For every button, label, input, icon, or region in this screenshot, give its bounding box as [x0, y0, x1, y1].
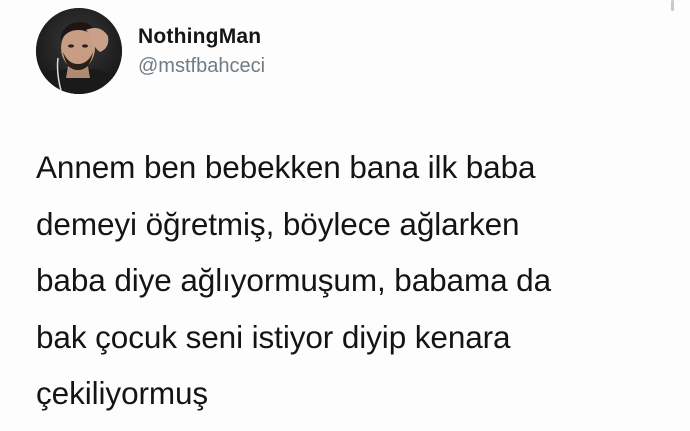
tweet-text-line: Annem ben bebekken bana ilk baba: [36, 149, 536, 185]
scroll-indicator[interactable]: [671, 0, 674, 11]
tweet-text-line: bak çocuk seni istiyor diyip kenara: [36, 318, 511, 355]
tweet-text-line: demeyi öğretmiş, böylece ağlarken: [36, 205, 520, 242]
tweet-text: Annem ben bebekken bana ilk baba demeyi …: [36, 139, 676, 422]
user-handle[interactable]: @mstfbahceci: [138, 52, 265, 80]
tweet-card: NothingMan @mstfbahceci Annem ben bebekk…: [0, 0, 690, 431]
avatar[interactable]: [36, 8, 122, 94]
tweet-header: NothingMan @mstfbahceci: [36, 8, 265, 94]
avatar-photo-icon: [36, 8, 122, 94]
tweet-text-line: çekiliyormuş: [36, 375, 209, 411]
display-name[interactable]: NothingMan: [138, 23, 265, 50]
tweet-text-line: baba diye ağlıyormuşum, babama da: [36, 262, 552, 298]
user-names: NothingMan @mstfbahceci: [138, 23, 265, 80]
